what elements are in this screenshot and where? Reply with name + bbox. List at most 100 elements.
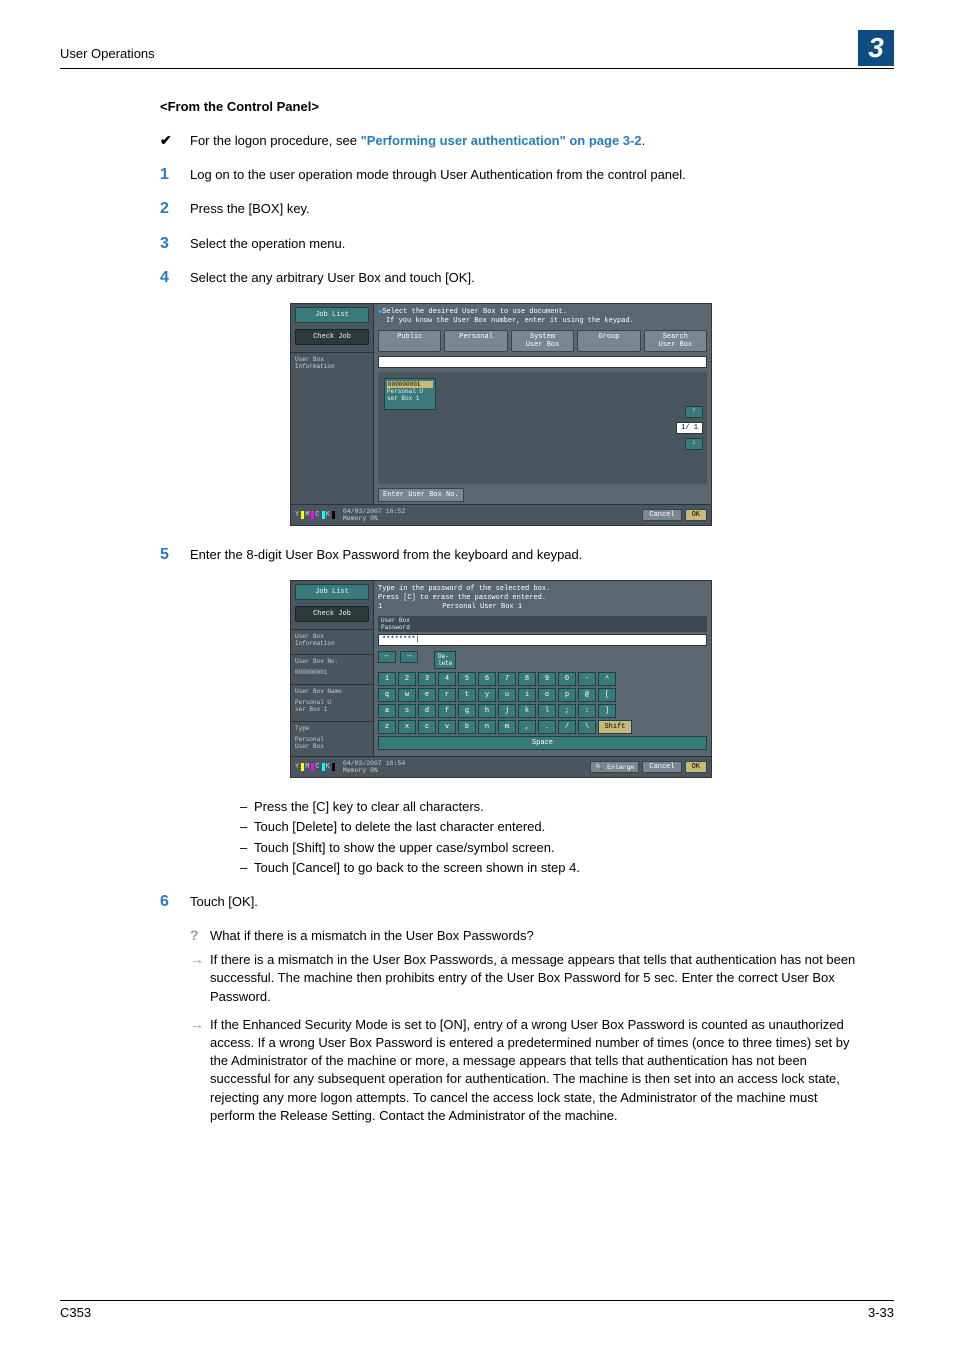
ok-button[interactable]: OK bbox=[685, 509, 707, 521]
datetime-memory: 04/03/2007 16:52 Memory 0% bbox=[343, 508, 640, 522]
tab-system[interactable]: System User Box bbox=[511, 330, 574, 352]
kb-key[interactable]: b bbox=[458, 720, 476, 734]
arrow-right-icon: → bbox=[190, 1016, 210, 1032]
kb-key[interactable]: c bbox=[418, 720, 436, 734]
kb-key[interactable]: g bbox=[458, 704, 476, 718]
step-num-3: 3 bbox=[160, 235, 190, 253]
cancel-button[interactable]: Cancel bbox=[642, 509, 681, 521]
kb-key[interactable]: 9 bbox=[538, 672, 556, 686]
auth-link[interactable]: "Performing user authentication" on page… bbox=[361, 133, 642, 148]
userbox-name-label: User Box Name bbox=[291, 684, 373, 698]
kb-key[interactable]: : bbox=[578, 704, 596, 718]
job-list-button[interactable]: Job List bbox=[295, 307, 369, 323]
kb-key[interactable]: a bbox=[378, 704, 396, 718]
kb-key[interactable]: w bbox=[398, 688, 416, 702]
kb-key[interactable]: p bbox=[558, 688, 576, 702]
kb-key[interactable]: u bbox=[498, 688, 516, 702]
kb-key[interactable]: - bbox=[578, 672, 596, 686]
step-num-5: 5 bbox=[160, 546, 190, 564]
qa-question: What if there is a mismatch in the User … bbox=[210, 927, 860, 945]
footer-model: C353 bbox=[60, 1305, 91, 1320]
cancel-button[interactable]: Cancel bbox=[642, 761, 681, 773]
userbox-number-input[interactable] bbox=[378, 356, 707, 368]
userbox-info-label: User Box Information bbox=[291, 352, 373, 373]
kb-key[interactable]: 6 bbox=[478, 672, 496, 686]
kb-key[interactable]: v bbox=[438, 720, 456, 734]
kb-key[interactable]: , bbox=[518, 720, 536, 734]
kb-key[interactable]: h bbox=[478, 704, 496, 718]
arrow-right-icon[interactable]: → bbox=[400, 651, 418, 663]
kb-key[interactable]: ^ bbox=[598, 672, 616, 686]
kb-key[interactable]: f bbox=[438, 704, 456, 718]
kb-key[interactable]: t bbox=[458, 688, 476, 702]
kb-key[interactable]: 0 bbox=[558, 672, 576, 686]
kb-key[interactable]: x bbox=[398, 720, 416, 734]
qa-answer-1: If there is a mismatch in the User Box P… bbox=[210, 951, 860, 1006]
kb-key[interactable]: i bbox=[518, 688, 536, 702]
step-5: Enter the 8-digit User Box Password from… bbox=[190, 546, 860, 564]
kb-key[interactable]: k bbox=[518, 704, 536, 718]
step-1: Log on to the user operation mode throug… bbox=[190, 166, 860, 184]
kb-key[interactable]: @ bbox=[578, 688, 596, 702]
delete-button[interactable]: De- lete bbox=[434, 651, 456, 669]
kb-key[interactable]: q bbox=[378, 688, 396, 702]
kb-key[interactable]: y bbox=[478, 688, 496, 702]
kb-key[interactable]: m bbox=[498, 720, 516, 734]
tab-public[interactable]: Public bbox=[378, 330, 441, 352]
kb-key[interactable]: o bbox=[538, 688, 556, 702]
kb-key[interactable]: 1 bbox=[378, 672, 396, 686]
password-input[interactable]: ********| bbox=[378, 634, 707, 646]
question-icon: ? bbox=[190, 927, 210, 943]
step-num-2: 2 bbox=[160, 200, 190, 218]
kb-key[interactable]: l bbox=[538, 704, 556, 718]
kb-key[interactable]: \ bbox=[578, 720, 596, 734]
ok-button[interactable]: OK bbox=[685, 761, 707, 773]
toner-levels: Y M C K bbox=[295, 763, 335, 771]
header-title: User Operations bbox=[60, 46, 850, 61]
tab-search[interactable]: Search User Box bbox=[644, 330, 707, 352]
kb-key[interactable]: 2 bbox=[398, 672, 416, 686]
kb-key[interactable]: n bbox=[478, 720, 496, 734]
step-2: Press the [BOX] key. bbox=[190, 200, 860, 218]
userbox-no-value: 000000001 bbox=[291, 668, 373, 680]
kb-key[interactable]: / bbox=[558, 720, 576, 734]
step-num-4: 4 bbox=[160, 269, 190, 287]
note-item: Touch [Cancel] to go back to the screen … bbox=[240, 859, 860, 877]
kb-key[interactable]: d bbox=[418, 704, 436, 718]
page-up-icon[interactable]: ↑ bbox=[685, 406, 703, 418]
kb-key[interactable]: e bbox=[418, 688, 436, 702]
enlarge-button[interactable]: 🔍 Enlarge bbox=[590, 761, 639, 773]
kb-key[interactable]: 5 bbox=[458, 672, 476, 686]
kb-key[interactable]: 4 bbox=[438, 672, 456, 686]
kb-key[interactable]: 8 bbox=[518, 672, 536, 686]
step-3: Select the operation menu. bbox=[190, 235, 860, 253]
job-list-button[interactable]: Job List bbox=[295, 584, 369, 600]
enter-userbox-button[interactable]: Enter User Box No. bbox=[378, 488, 464, 502]
kb-key[interactable]: j bbox=[498, 704, 516, 718]
kb-key[interactable]: 3 bbox=[418, 672, 436, 686]
arrow-left-icon[interactable]: ← bbox=[378, 651, 396, 663]
userbox-item[interactable]: 000000001 Personal U ser Box 1 bbox=[384, 378, 436, 410]
page-down-icon[interactable]: ↓ bbox=[685, 438, 703, 450]
step-6: Touch [OK]. bbox=[190, 893, 860, 911]
password-label: User Box Password bbox=[378, 616, 707, 632]
userbox-info-label: User Box Information bbox=[291, 629, 373, 650]
arrow-right-icon: → bbox=[190, 951, 210, 967]
kb-key[interactable]: [ bbox=[598, 688, 616, 702]
kb-key[interactable]: 7 bbox=[498, 672, 516, 686]
shift-button[interactable]: Shift bbox=[598, 720, 632, 734]
note-item: Touch [Delete] to delete the last charac… bbox=[240, 818, 860, 836]
kb-key[interactable]: ] bbox=[598, 704, 616, 718]
kb-key[interactable]: r bbox=[438, 688, 456, 702]
screenshot-userbox-list: Job List Check Job User Box Information … bbox=[290, 303, 712, 526]
check-job-button[interactable]: Check Job bbox=[295, 606, 369, 622]
kb-key[interactable]: z bbox=[378, 720, 396, 734]
check-job-button[interactable]: Check Job bbox=[295, 329, 369, 345]
kb-key[interactable]: ; bbox=[558, 704, 576, 718]
space-button[interactable]: Space bbox=[378, 736, 707, 750]
tab-group[interactable]: Group bbox=[577, 330, 640, 352]
kb-key[interactable]: . bbox=[538, 720, 556, 734]
qa-answer-2: If the Enhanced Security Mode is set to … bbox=[210, 1016, 860, 1125]
tab-personal[interactable]: Personal bbox=[444, 330, 507, 352]
kb-key[interactable]: s bbox=[398, 704, 416, 718]
